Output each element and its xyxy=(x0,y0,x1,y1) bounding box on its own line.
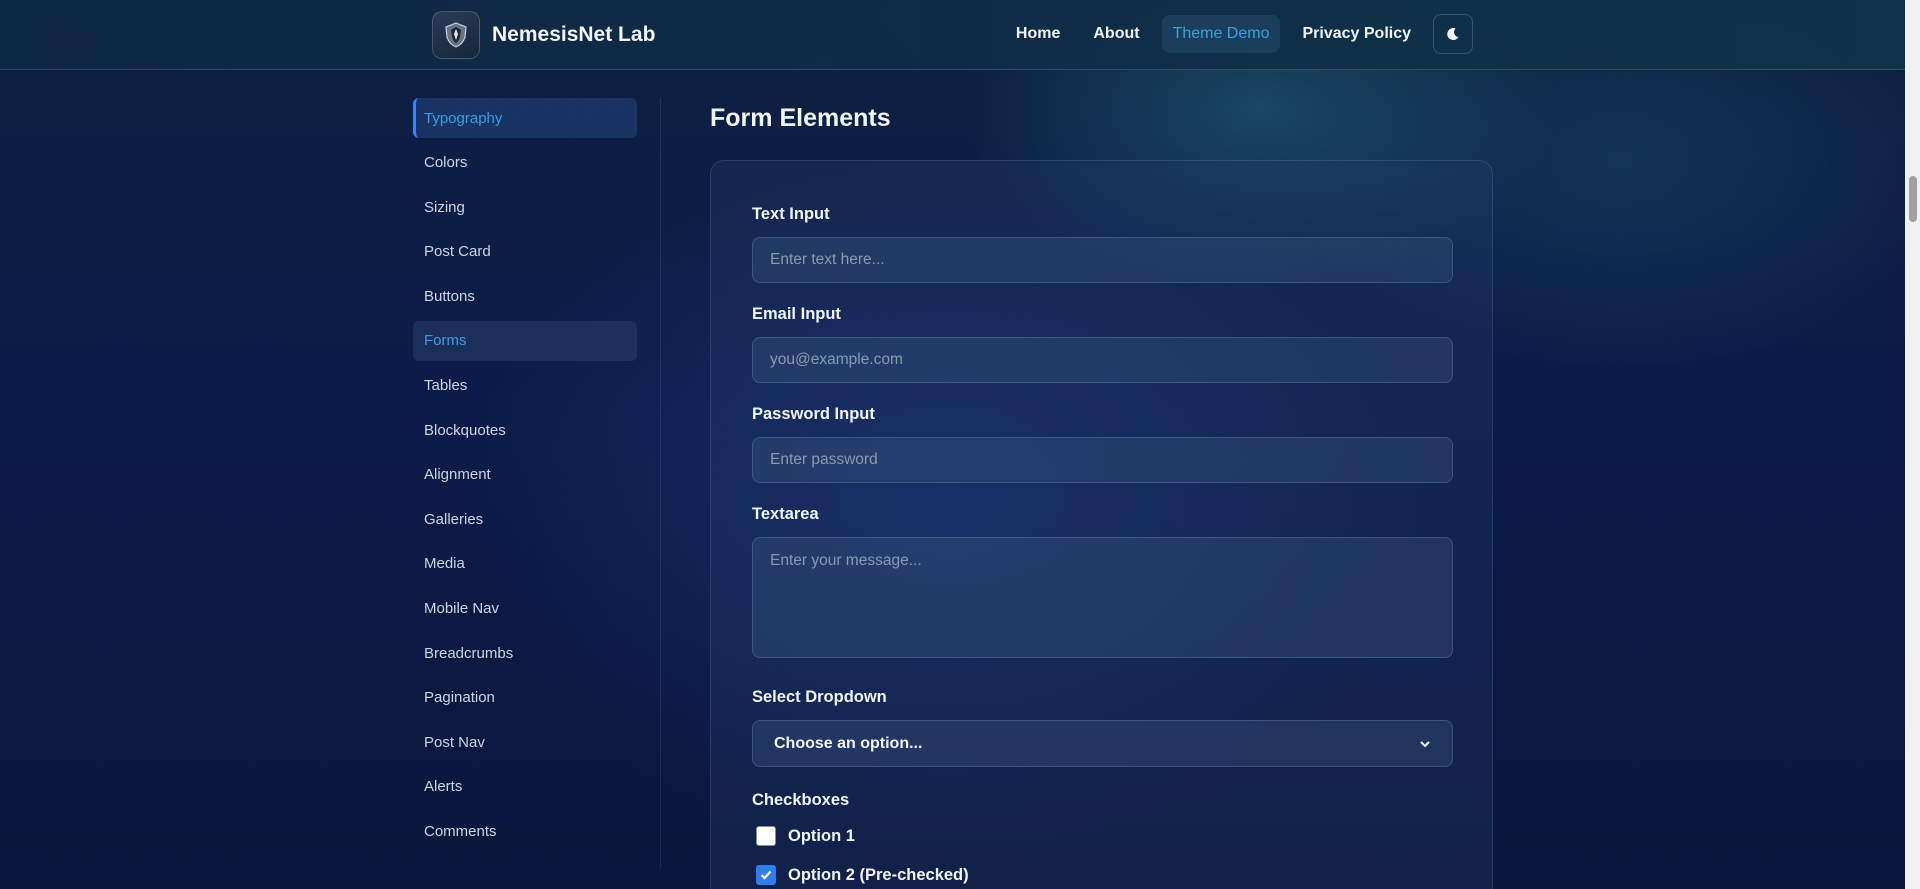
sidebar-item-colors[interactable]: Colors xyxy=(413,143,637,183)
sidebar-item-galleries[interactable]: Galleries xyxy=(413,499,637,539)
select-label: Select Dropdown xyxy=(752,688,887,706)
chevron-down-icon xyxy=(1420,740,1430,747)
checkbox-option-2[interactable]: Option 2 (Pre-checked) xyxy=(756,865,969,885)
checkbox-checked[interactable] xyxy=(756,865,776,885)
sidebar-nav: Typography Colors Sizing Post Card Butto… xyxy=(413,98,637,856)
sidebar-item-tables[interactable]: Tables xyxy=(413,366,637,406)
password-input[interactable] xyxy=(752,437,1453,483)
sidebar-divider xyxy=(660,98,661,868)
scrollbar-thumb[interactable] xyxy=(1909,176,1917,222)
email-input-label: Email Input xyxy=(752,305,841,323)
sidebar-item-post-card[interactable]: Post Card xyxy=(413,232,637,272)
nav-theme-demo[interactable]: Theme Demo xyxy=(1161,15,1281,53)
checkmark-icon xyxy=(760,870,772,880)
sidebar-item-buttons[interactable]: Buttons xyxy=(413,276,637,316)
main-nav: Home About Theme Demo Privacy Policy xyxy=(994,14,1473,54)
message-textarea[interactable] xyxy=(752,537,1453,658)
page-scrollbar[interactable] xyxy=(1905,0,1920,889)
checkboxes-label: Checkboxes xyxy=(752,791,850,809)
brand-name: NemesisNet Lab xyxy=(492,23,656,46)
nav-privacy-policy[interactable]: Privacy Policy xyxy=(1291,15,1422,53)
nav-about[interactable]: About xyxy=(1082,15,1150,53)
shield-logo-icon xyxy=(432,11,480,59)
page-title: Form Elements xyxy=(710,104,891,132)
email-input[interactable] xyxy=(752,337,1453,383)
nav-home[interactable]: Home xyxy=(1005,15,1071,53)
form-card: Text Input Email Input Password Input Te… xyxy=(710,160,1493,889)
site-header: NemesisNet Lab Home About Theme Demo Pri… xyxy=(0,0,1905,70)
sidebar-item-breadcrumbs[interactable]: Breadcrumbs xyxy=(413,633,637,673)
sidebar-item-forms[interactable]: Forms xyxy=(413,320,637,361)
sidebar-item-blockquotes[interactable]: Blockquotes xyxy=(413,410,637,450)
sidebar-item-alerts[interactable]: Alerts xyxy=(413,767,637,807)
sidebar-item-post-nav[interactable]: Post Nav xyxy=(413,722,637,762)
sidebar-item-comments[interactable]: Comments xyxy=(413,812,637,852)
text-input[interactable] xyxy=(752,237,1453,283)
sidebar-item-pagination[interactable]: Pagination xyxy=(413,678,637,718)
sidebar-item-alignment[interactable]: Alignment xyxy=(413,455,637,495)
brand[interactable]: NemesisNet Lab xyxy=(432,11,655,59)
checkbox-unchecked[interactable] xyxy=(756,826,776,846)
password-input-label: Password Input xyxy=(752,405,875,423)
sidebar-item-sizing[interactable]: Sizing xyxy=(413,187,637,227)
select-dropdown[interactable]: Choose an option... xyxy=(752,720,1453,767)
sidebar-item-typography[interactable]: Typography xyxy=(413,98,637,138)
sidebar-item-mobile-nav[interactable]: Mobile Nav xyxy=(413,589,637,629)
sidebar-item-media[interactable]: Media xyxy=(413,544,637,584)
textarea-label: Textarea xyxy=(752,505,819,523)
theme-toggle-button[interactable] xyxy=(1433,14,1473,54)
select-value: Choose an option... xyxy=(774,734,923,752)
text-input-label: Text Input xyxy=(752,205,830,223)
moon-icon xyxy=(1447,28,1459,41)
checkbox-label: Option 2 (Pre-checked) xyxy=(788,865,969,884)
checkbox-option-1[interactable]: Option 1 xyxy=(756,826,855,846)
checkbox-label: Option 1 xyxy=(788,826,855,845)
